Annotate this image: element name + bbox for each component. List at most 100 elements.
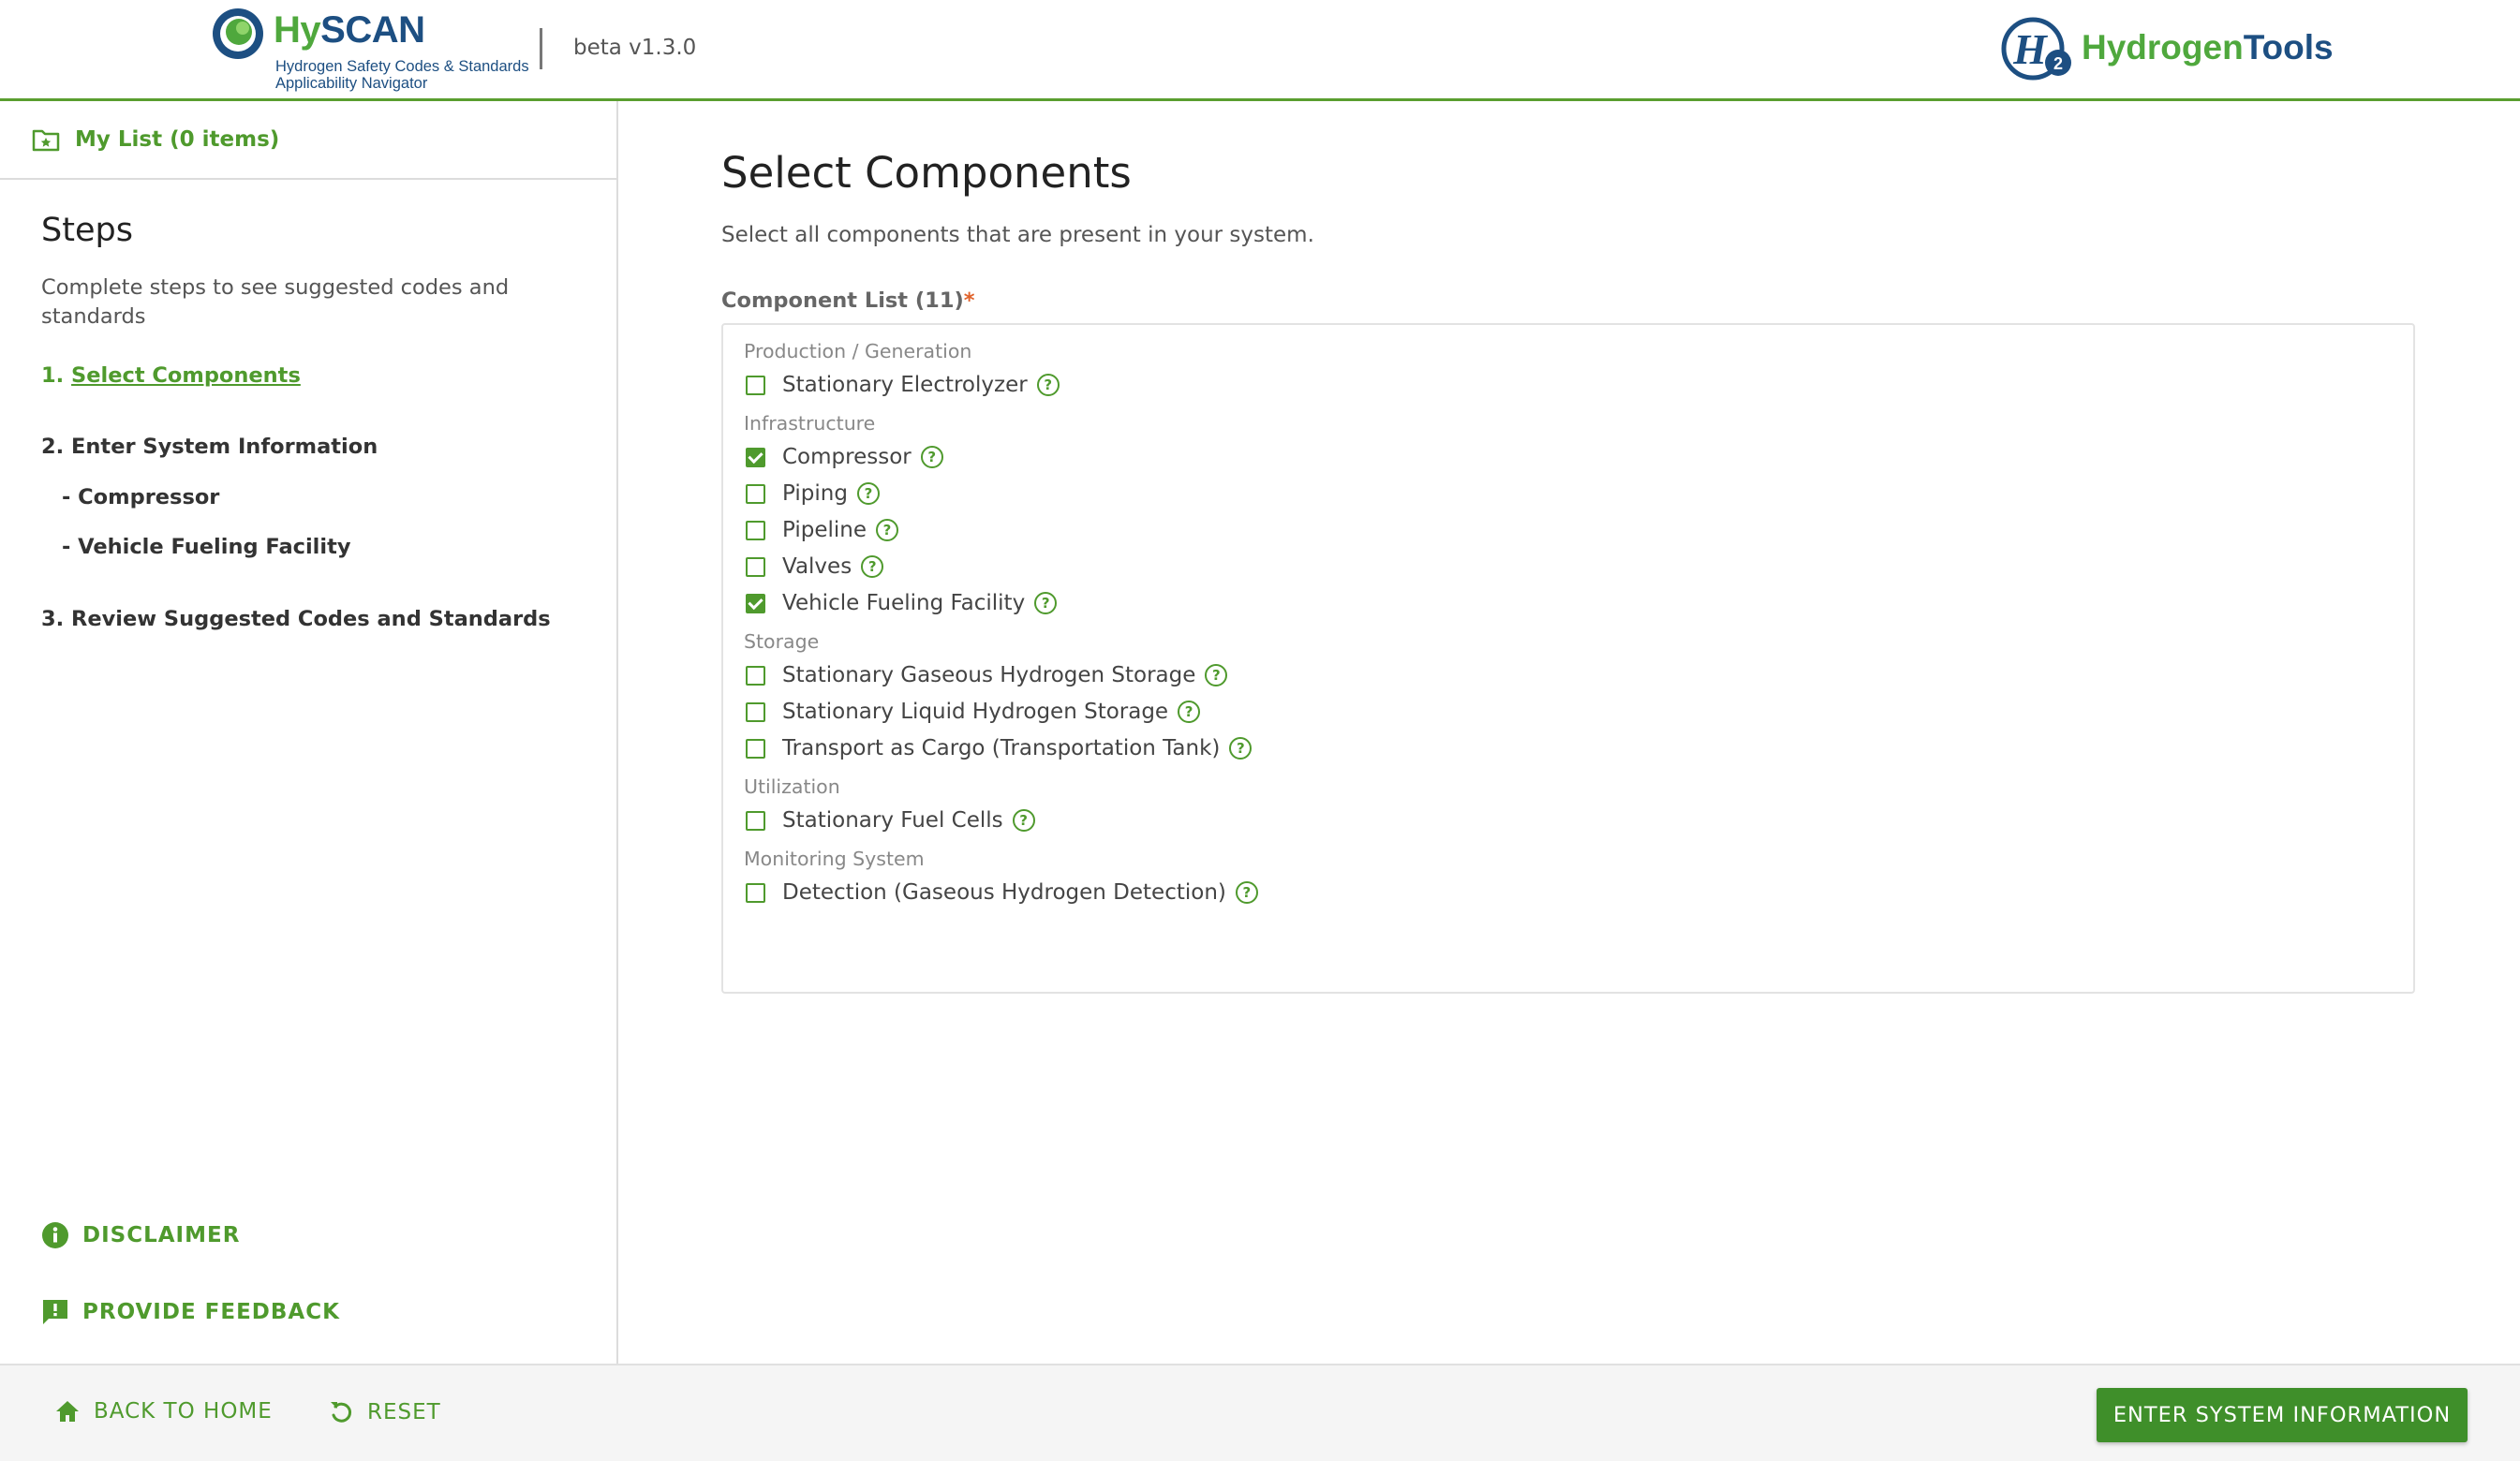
component-group-label: Infrastructure [744, 412, 876, 435]
component-list-label: Component List (11)* [721, 288, 975, 313]
component-item-label[interactable]: Vehicle Fueling Facility [782, 591, 1025, 615]
hyscan-logo[interactable]: HySCAN Hydrogen Safety Codes & Standards… [210, 4, 529, 96]
component-group-label: Utilization [744, 775, 840, 798]
app-header: HySCAN Hydrogen Safety Codes & Standards… [0, 0, 2520, 101]
component-item-label[interactable]: Piping [782, 481, 848, 506]
help-icon[interactable]: ? [1178, 701, 1201, 723]
component-item[interactable]: Stationary Gaseous Hydrogen Storage? [746, 661, 1228, 689]
reset-icon [331, 1402, 352, 1423]
checkbox[interactable] [746, 483, 765, 504]
enter-system-information-button[interactable]: ENTER SYSTEM INFORMATION [2097, 1388, 2468, 1442]
hydrogen-tools-logo[interactable]: H 2 HydrogenTools [1999, 17, 2334, 82]
disclaimer-link[interactable]: DISCLAIMER [41, 1221, 240, 1249]
component-item-label[interactable]: Stationary Liquid Hydrogen Storage [782, 700, 1168, 724]
component-item[interactable]: Stationary Fuel Cells? [746, 806, 1035, 834]
logo-subtitle: Hydrogen Safety Codes & Standards Applic… [275, 58, 529, 92]
step-review-codes[interactable]: 3. Review Suggested Codes and Standards [41, 607, 551, 631]
component-item[interactable]: Pipeline? [746, 516, 899, 544]
steps-title: Steps [41, 212, 133, 249]
component-item[interactable]: Detection (Gaseous Hydrogen Detection)? [746, 878, 1258, 907]
required-mark: * [963, 288, 975, 313]
checkbox[interactable] [746, 665, 765, 686]
help-icon[interactable]: ? [1036, 374, 1060, 396]
step-select-components[interactable]: 1. Select Components [41, 363, 301, 388]
version-label: beta v1.3.0 [573, 36, 697, 60]
checkbox-checked[interactable] [746, 447, 765, 467]
logo-title: HySCAN [274, 9, 425, 52]
hydrogen-tools-text-b: Tools [2243, 28, 2334, 66]
checkbox[interactable] [746, 701, 765, 722]
component-item-label[interactable]: Detection (Gaseous Hydrogen Detection) [782, 880, 1226, 905]
component-list: Production / Generation Stationary Electr… [721, 323, 2415, 994]
back-to-home-button[interactable]: BACK TO HOME [54, 1399, 273, 1424]
help-icon[interactable]: ? [1229, 737, 1253, 760]
component-item-label[interactable]: Stationary Fuel Cells [782, 808, 1003, 833]
step-label: Review Suggested Codes and Standards [71, 607, 551, 631]
steps-description: Complete steps to see suggested codes an… [41, 275, 510, 329]
provide-feedback-label: PROVIDE FEEDBACK [82, 1300, 340, 1324]
help-icon[interactable]: ? [920, 446, 943, 468]
component-item-label[interactable]: Transport as Cargo (Transportation Tank) [782, 736, 1220, 760]
checkbox-checked[interactable] [746, 593, 765, 613]
logo-subtitle-line-2: Applicability Navigator [275, 75, 428, 92]
component-item-label[interactable]: Stationary Electrolyzer [782, 373, 1028, 397]
hydrogen-tools-text: HydrogenTools [2082, 28, 2334, 67]
help-icon[interactable]: ? [1034, 592, 1058, 614]
step-number: 2. [41, 435, 65, 459]
help-icon[interactable]: ? [861, 555, 884, 578]
checkbox[interactable] [746, 520, 765, 540]
component-item[interactable]: Transport as Cargo (Transportation Tank)… [746, 734, 1253, 762]
component-item-label[interactable]: Compressor [782, 445, 912, 469]
svg-text:2: 2 [2053, 54, 2063, 73]
checkbox[interactable] [746, 882, 765, 903]
reset-label: RESET [367, 1400, 441, 1424]
my-list-button[interactable]: My List (0 items) [0, 101, 616, 180]
component-item-label[interactable]: Stationary Gaseous Hydrogen Storage [782, 663, 1195, 687]
step-number: 1. [41, 363, 65, 388]
component-list-label-text: Component List (11) [721, 288, 964, 313]
component-item[interactable]: Stationary Liquid Hydrogen Storage? [746, 698, 1201, 726]
info-icon [42, 1222, 68, 1248]
help-icon[interactable]: ? [1012, 809, 1035, 832]
logo-subtitle-line-1: Hydrogen Safety Codes & Standards [275, 58, 529, 75]
reset-button[interactable]: RESET [328, 1399, 441, 1425]
component-item-label[interactable]: Valves [782, 554, 852, 579]
provide-feedback-link[interactable]: PROVIDE FEEDBACK [41, 1298, 340, 1326]
help-icon[interactable]: ? [876, 519, 899, 541]
checkbox[interactable] [746, 375, 765, 395]
component-group-label: Monitoring System [744, 848, 925, 870]
substep-vehicle-fueling-facility[interactable]: - Vehicle Fueling Facility [62, 535, 351, 559]
step-label: Enter System Information [71, 435, 378, 459]
component-item[interactable]: Stationary Electrolyzer? [746, 371, 1060, 399]
help-icon[interactable]: ? [1235, 881, 1258, 904]
substep-compressor[interactable]: - Compressor [62, 485, 219, 509]
help-icon[interactable]: ? [856, 482, 880, 505]
component-item[interactable]: Compressor? [746, 443, 943, 471]
checkbox[interactable] [746, 556, 765, 577]
component-item[interactable]: Piping? [746, 480, 880, 508]
svg-text:H: H [2012, 25, 2048, 73]
page-title: Select Components [721, 148, 1132, 198]
folder-star-icon [32, 129, 60, 152]
logo-title-hy: Hy [274, 9, 321, 51]
checkbox[interactable] [746, 810, 765, 831]
main-content: Select Components Select all components … [620, 101, 2520, 1364]
step-label[interactable]: Select Components [71, 363, 301, 388]
page-description: Select all components that are present i… [721, 223, 1314, 247]
h2-badge-icon: H 2 [2001, 17, 2071, 81]
component-item[interactable]: Vehicle Fueling Facility? [746, 589, 1058, 617]
checkbox[interactable] [746, 738, 765, 759]
component-item[interactable]: Valves? [746, 553, 884, 581]
component-item-label[interactable]: Pipeline [782, 518, 867, 542]
feedback-icon [43, 1300, 67, 1324]
component-group-label: Production / Generation [744, 340, 972, 362]
hyscan-logo-icon [213, 8, 263, 59]
disclaimer-label: DISCLAIMER [82, 1223, 241, 1247]
my-list-label: My List (0 items) [75, 127, 280, 152]
back-to-home-label: BACK TO HOME [94, 1399, 273, 1424]
header-divider [540, 28, 542, 69]
logo-title-scan: SCAN [320, 9, 425, 51]
help-icon[interactable]: ? [1205, 664, 1228, 686]
component-group-label: Storage [744, 630, 820, 653]
step-enter-system-information[interactable]: 2. Enter System Information [41, 435, 378, 459]
